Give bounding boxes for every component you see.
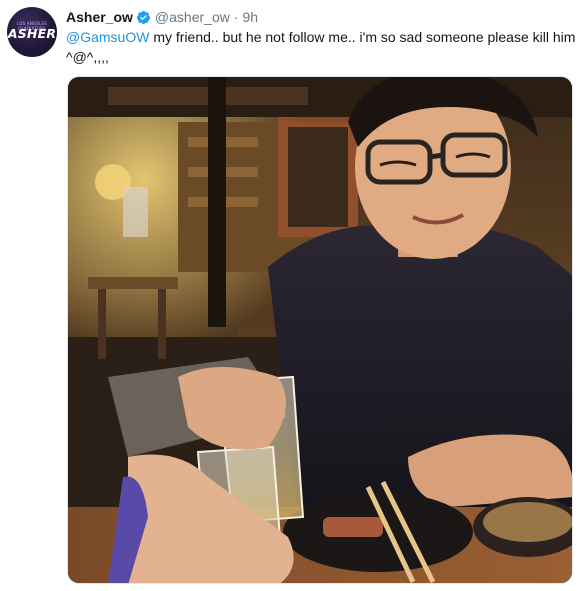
avatar-logo-text: ASHER — [7, 26, 57, 41]
author-name[interactable]: Asher_ow — [66, 9, 133, 25]
header-separator: · — [233, 9, 239, 25]
tweet-header: Asher_ow @asher_ow · 9h — [66, 8, 258, 26]
tweet-timestamp[interactable]: 9h — [243, 9, 259, 25]
mention-link[interactable]: @GamsuOW — [66, 29, 149, 45]
author-avatar[interactable]: LOS ANGELES GLADIATORS ASHER — [7, 7, 57, 57]
tweet-text: @GamsuOW my friend.. but he not follow m… — [66, 27, 576, 67]
tweet: LOS ANGELES GLADIATORS ASHER Asher_ow @a… — [0, 0, 581, 591]
tweet-photo[interactable] — [67, 76, 573, 584]
photo-image — [68, 77, 572, 583]
author-handle[interactable]: @asher_ow — [155, 9, 230, 25]
verified-badge-icon — [136, 10, 151, 25]
